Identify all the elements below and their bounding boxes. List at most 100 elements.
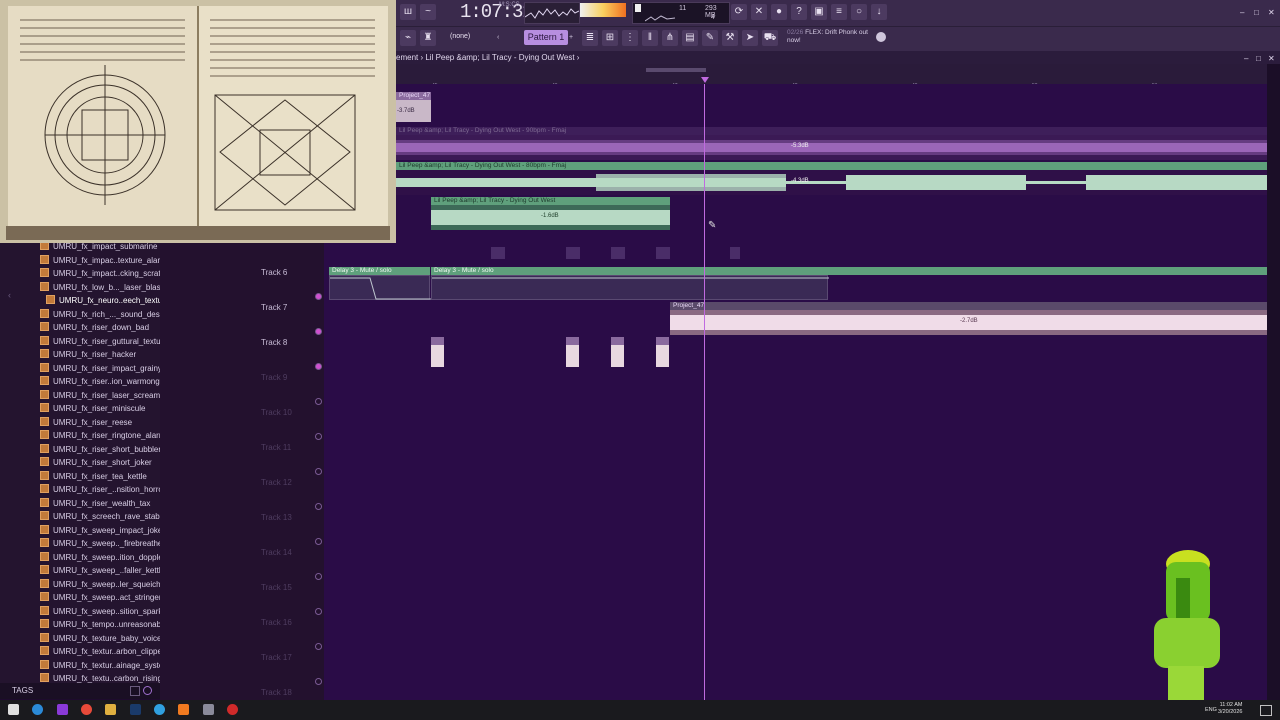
track-mute-dot[interactable] [315,293,322,300]
browser-item[interactable]: UMRU_fx_sweep..ition_doppler [40,551,166,564]
browser-item[interactable]: UMRU_fx_riser_..nsition_horror [40,483,165,496]
track-label[interactable]: Track 14 [261,548,292,557]
telegram-icon[interactable] [154,704,165,715]
save-icon[interactable]: ▣ [811,4,827,20]
clip-project47-mid-header[interactable]: Project_47 [670,302,1267,310]
prev-arrow-icon[interactable]: ‹ [497,34,499,41]
brush-icon[interactable]: ✎ [702,30,718,46]
playhead-marker-icon[interactable] [701,77,709,83]
browser-item[interactable]: UMRU_fx_riser..ion_warmonger [40,375,167,388]
photoshop-icon[interactable] [130,704,141,715]
browser-item[interactable]: UMRU_fx_sweep_impact_joker [40,524,165,537]
timeline-ruler[interactable]: 45 46 47 48 49 50 51 [396,64,1267,89]
track-mute-dot[interactable] [315,433,322,440]
record-mic-icon[interactable]: ● [771,4,787,20]
browser-item[interactable]: UMRU_fx_riser_laser_scream [40,389,160,402]
clip-hit-header[interactable] [611,337,624,345]
cart-icon[interactable]: ⛟ [762,30,778,46]
browser-item[interactable]: UMRU_fx_riser_reese [40,416,132,429]
snap-icon[interactable]: ✕ [751,4,767,20]
browser-item[interactable]: UMRU_fx_sweep.._firebreather [40,537,165,550]
clip-project47-mid-audio[interactable]: -2.7dB [670,310,1267,335]
clip-small[interactable] [491,247,505,259]
loop-icon[interactable]: ⟳ [731,4,747,20]
clip-small[interactable] [656,247,670,259]
browser-icon[interactable]: ⋔ [662,30,678,46]
plugin-icon[interactable]: ▤ [682,30,698,46]
clip-hit[interactable] [611,345,624,367]
track-mute-dot[interactable] [315,678,322,685]
notification-icon[interactable] [1260,705,1272,716]
clip-dying-out-west-header[interactable]: Lil Peep &amp; Lil Tracy - Dying Out Wes… [431,197,670,205]
track-label[interactable]: Track 11 [261,443,291,452]
stamp-icon[interactable]: ♜ [420,30,436,46]
clip-hit-header[interactable] [566,337,579,345]
browser-item[interactable]: UMRU_fx_riser_guttural_texture [40,335,168,348]
track-mute-dot[interactable] [315,538,322,545]
clip-90bpm-audio[interactable]: -5.3dB [396,135,1267,160]
download-icon[interactable]: ↓ [871,4,887,20]
track-mute-dot[interactable] [315,468,322,475]
pattern-none-select[interactable]: (none) [450,33,490,40]
help-icon[interactable]: ? [791,4,807,20]
news-ticker[interactable]: 02/26 FLEX: Drift Phonk out now! [787,29,877,45]
browser-item[interactable]: UMRU_fx_sweep..act_stringent [40,591,166,604]
playlist-icon[interactable]: ≣ [582,30,598,46]
piano-roll-icon[interactable]: ⋮ [622,30,638,46]
playhead-line[interactable] [704,84,705,700]
track-mute-dot[interactable] [315,643,322,650]
clip-delay-a-automation[interactable] [329,275,431,300]
mixer-view-icon[interactable]: ‖ [642,30,658,46]
playlist-maximize-icon[interactable]: □ [1256,54,1261,63]
wave-icon[interactable]: ~ [420,4,436,20]
track-mute-dot[interactable] [315,573,322,580]
clip-delay-b-automation[interactable] [431,275,829,300]
fl-logo-icon[interactable]: ш [400,4,416,20]
browser-item[interactable]: UMRU_fx_riser_down_bad [40,321,149,334]
fl-studio-icon[interactable] [178,704,189,715]
clip-small[interactable] [566,247,580,259]
browser-item[interactable]: UMRU_fx_riser_miniscule [40,402,145,415]
clip-hit-header[interactable] [656,337,669,345]
search-icon[interactable] [143,686,152,695]
clip-hit[interactable] [566,345,579,367]
globe-icon[interactable] [876,32,886,42]
folder-icon[interactable] [130,686,140,696]
track-label[interactable]: Track 15 [261,583,292,592]
song-time-display[interactable]: 1:07:31 [460,1,534,23]
clip-delay-b-header[interactable]: Delay 3 - Mute / solo [431,267,1267,275]
browser-item[interactable]: UMRU_fx_impact..cking_scratch [40,267,169,280]
browser-item[interactable]: UMRU_fx_textur..arbon_clipper [40,645,165,658]
clip-project47-header[interactable]: Project_47 [396,92,431,100]
chrome-icon[interactable] [81,704,92,715]
browser-item[interactable]: UMRU_fx_impac..texture_alarm [40,254,167,267]
clip-small[interactable] [611,247,625,259]
add-pattern-icon[interactable]: + [569,34,573,41]
track-label[interactable]: Track 13 [261,513,292,522]
clip-hit-header[interactable] [431,337,444,345]
browser-item[interactable]: UMRU_fx_riser_short_bubbler [40,443,161,456]
clip-dying-out-west-audio[interactable]: -1.6dB [431,205,670,230]
browser-item[interactable]: UMRU_fx_sweep_..faller_kettle [40,564,165,577]
tags-label[interactable]: TAGS [12,686,33,695]
browser-item[interactable]: UMRU_fx_riser_impact_grainy [40,362,162,375]
clip-hit[interactable] [431,345,444,367]
browser-item[interactable]: UMRU_fx_screech_rave_stab [40,510,160,523]
track-label[interactable]: Track 16 [261,618,292,627]
browser-item[interactable]: UMRU_fx_textur..ainage_system [40,659,170,672]
browser-item[interactable]: UMRU_fx_tempo..unreasonable [40,618,167,631]
track-label[interactable]: Track 9 [261,373,287,382]
browser-item[interactable]: UMRU_fx_riser_tea_kettle [40,470,147,483]
arrow-tool-icon[interactable]: ➤ [742,30,758,46]
browser-item[interactable]: UMRU_fx_rich_..._sound_design [40,308,170,321]
chat-icon[interactable]: ○ [851,4,867,20]
clip-delay-a-header[interactable]: Delay 3 - Mute / solo [329,267,430,275]
horizontal-scroll-thumb[interactable] [646,68,706,72]
browser-collapse-icon[interactable]: ‹ [8,290,12,300]
track-mute-dot[interactable] [315,608,322,615]
clip-80bpm-header[interactable]: Lil Peep &amp; Lil Tracy - Dying Out Wes… [396,162,1267,170]
link-icon[interactable]: ⌁ [400,30,416,46]
close-icon[interactable]: ✕ [1268,8,1275,17]
browser-item[interactable]: UMRU_fx_riser_short_joker [40,456,152,469]
mixer-icon[interactable]: ≡ [831,4,847,20]
